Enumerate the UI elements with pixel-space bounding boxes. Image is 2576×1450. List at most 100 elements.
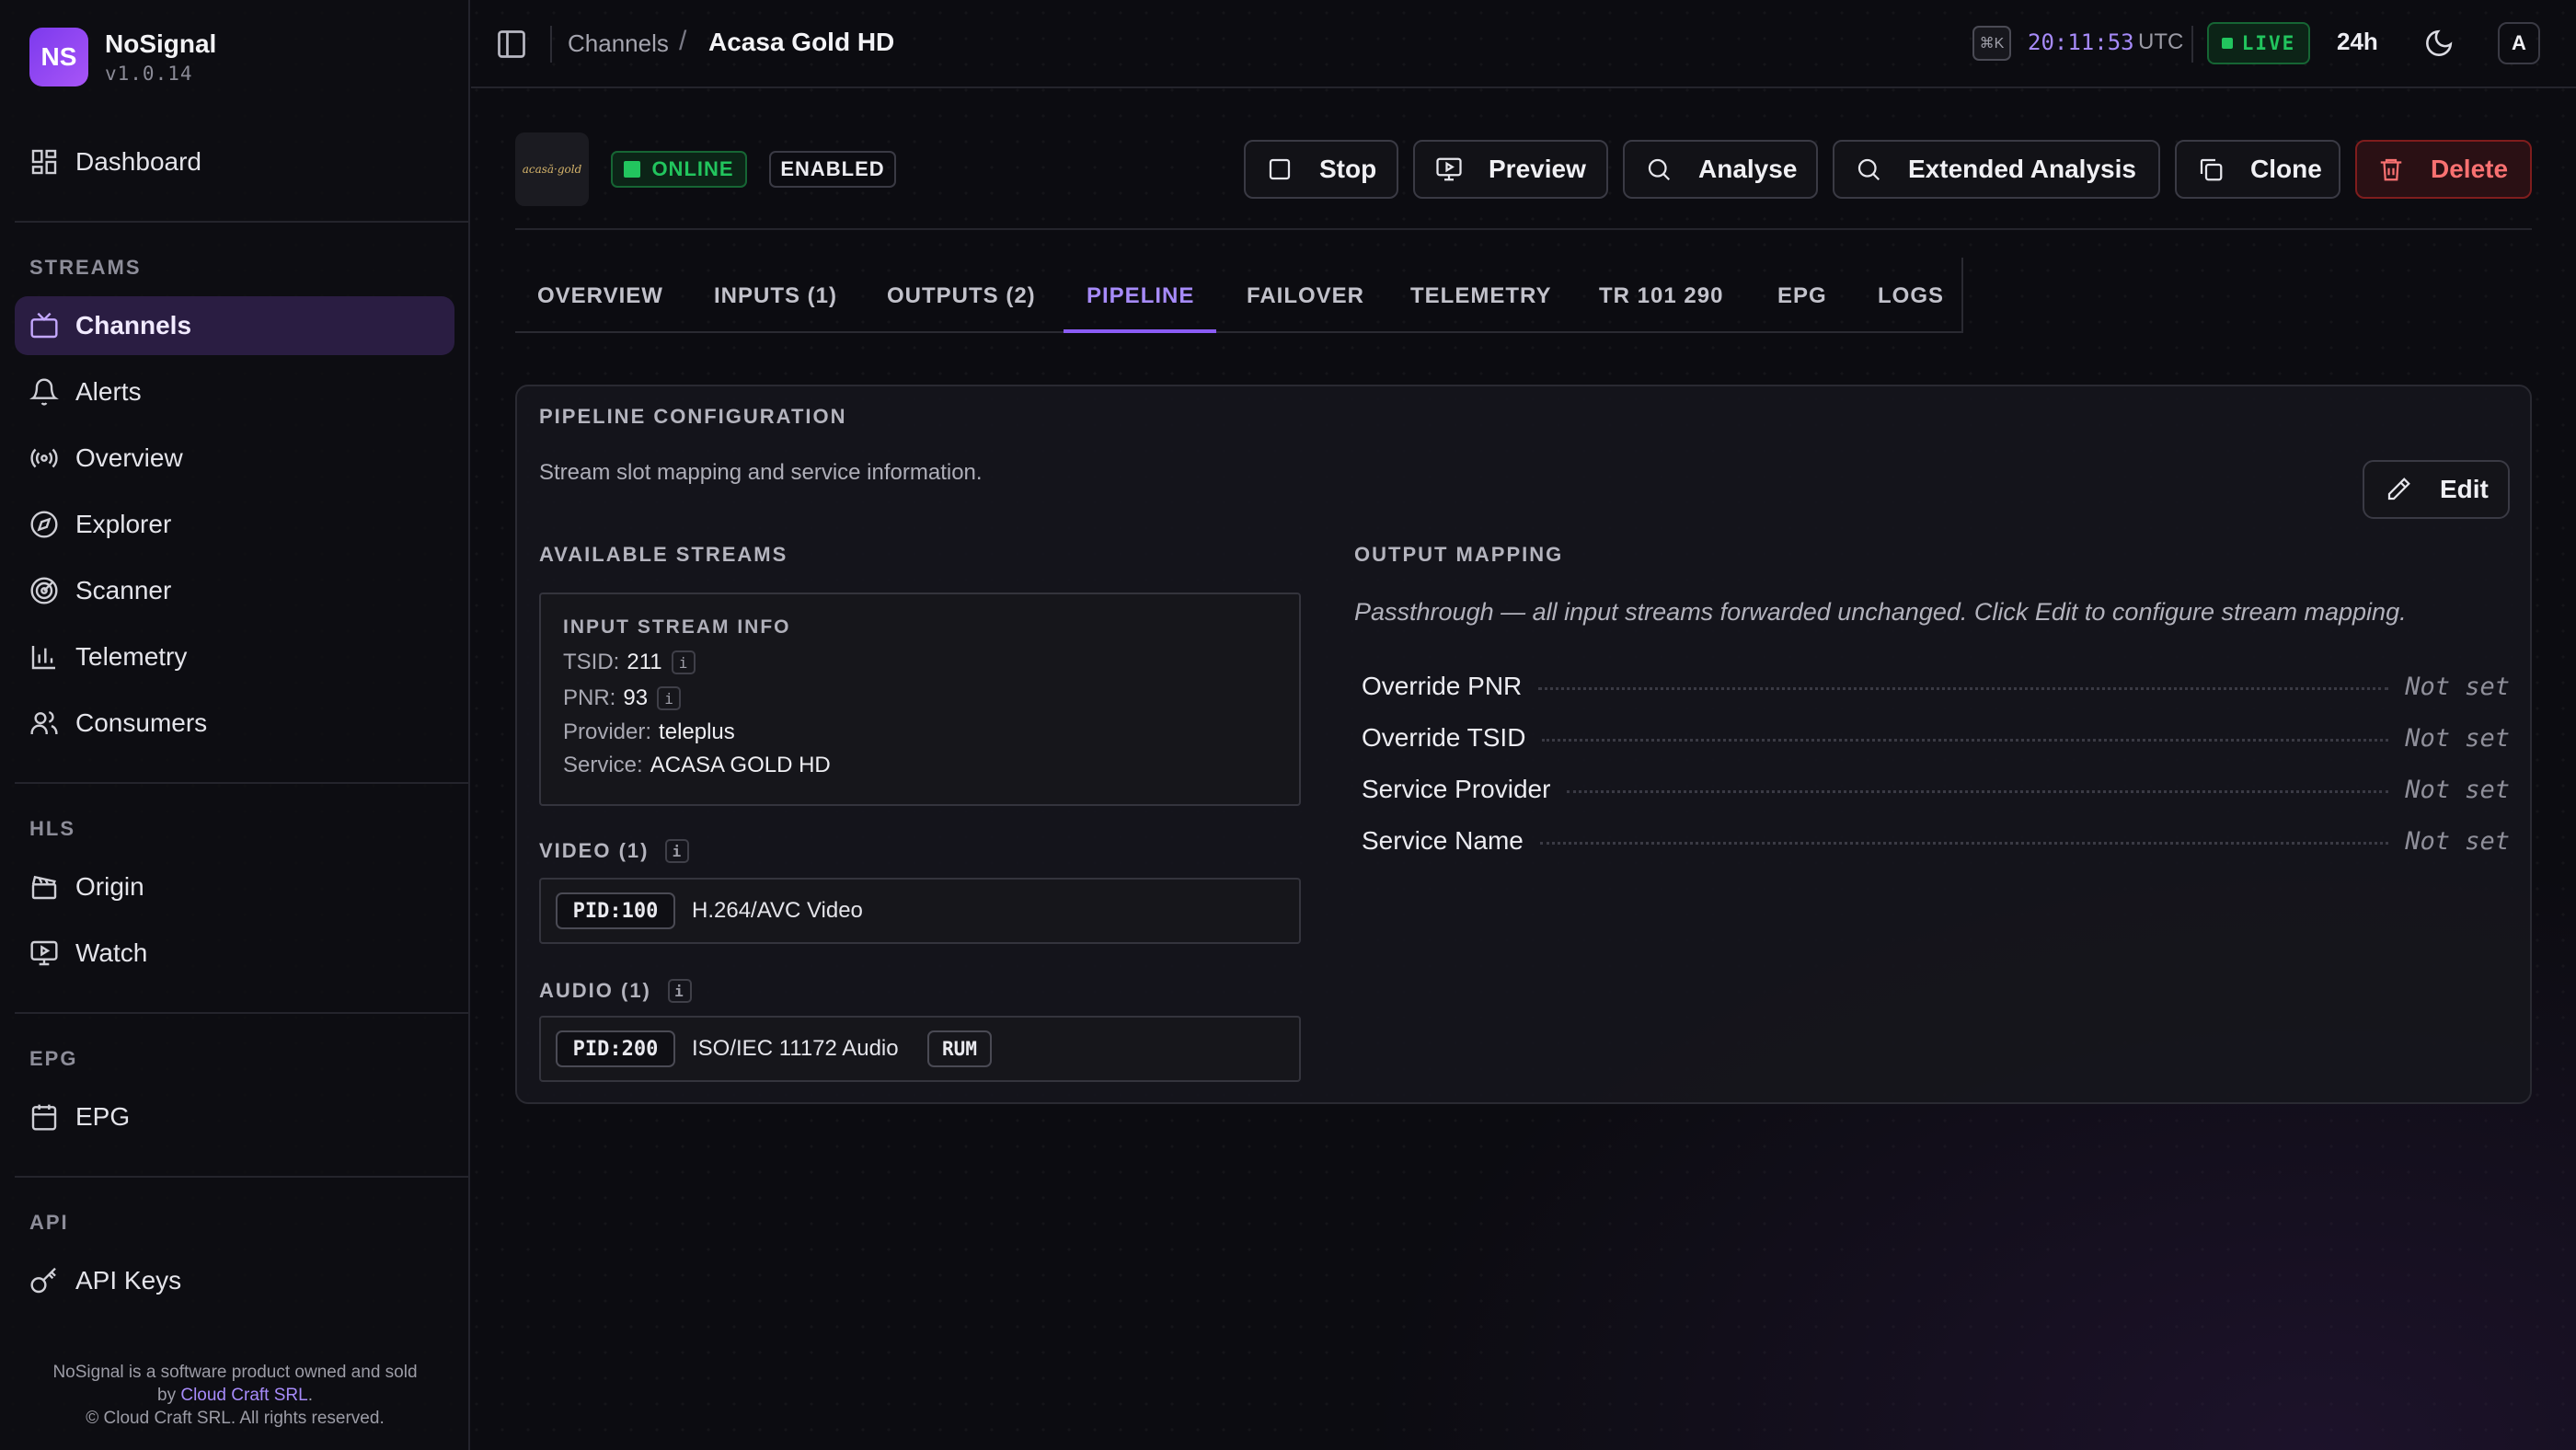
dotted-leader (1542, 738, 2389, 742)
section-streams: STREAMS (29, 256, 142, 279)
available-streams-heading: AVAILABLE STREAMS (539, 543, 788, 566)
moon-icon[interactable] (2423, 28, 2455, 59)
preview-button[interactable]: Preview (1413, 140, 1608, 199)
brand[interactable]: NS NoSignal v1.0.14 (29, 28, 216, 86)
avatar[interactable]: A (2498, 22, 2540, 64)
service-label: Service: (563, 753, 643, 777)
section-hls: HLS (29, 817, 75, 840)
live-label: LIVE (2241, 32, 2296, 54)
override-pnr-row: Override PNR Not set (1362, 668, 2510, 705)
sidebar-item-label: Origin (75, 872, 144, 901)
delete-button[interactable]: Delete (2355, 140, 2532, 199)
delete-label: Delete (2431, 155, 2509, 183)
users-icon (30, 710, 58, 734)
analyse-button[interactable]: Analyse (1623, 140, 1818, 199)
sidebar-item-alerts[interactable]: Alerts (15, 362, 454, 421)
audio-stream-row[interactable]: PID:200 ISO/IEC 11172 Audio RUM (539, 1016, 1301, 1082)
extended-analysis-button[interactable]: Extended Analysis (1833, 140, 2160, 199)
trash-icon (2380, 158, 2402, 181)
sidebar-item-telemetry[interactable]: Telemetry (15, 627, 454, 686)
footer-dot: . (307, 1386, 313, 1405)
video-pid: PID:100 (556, 892, 675, 929)
override-label: Service Name (1362, 826, 1524, 855)
breadcrumb-channels[interactable]: Channels (568, 29, 669, 58)
video-title: VIDEO (1) (539, 839, 650, 862)
copy-icon (2200, 158, 2223, 181)
command-shortcut[interactable]: ⌘K (1972, 26, 2011, 61)
provider-label: Provider: (563, 719, 652, 744)
info-icon[interactable]: i (665, 839, 690, 863)
service-provider-row: Service Provider Not set (1362, 771, 2510, 808)
sidebar-item-dashboard[interactable]: Dashboard (15, 132, 454, 191)
sidebar-item-channels[interactable]: Channels (15, 296, 454, 355)
clock: 20:11:53 (2028, 29, 2134, 55)
tab-inputs[interactable]: INPUTS (1) (714, 283, 837, 309)
override-value: Not set (2405, 672, 2510, 701)
sidebar-item-overview[interactable]: Overview (15, 429, 454, 488)
tab-tr101290[interactable]: TR 101 290 (1599, 283, 1723, 309)
info-icon[interactable]: i (667, 979, 692, 1003)
stop-button[interactable]: Stop (1244, 140, 1398, 199)
pnr-row: PNR: 93 i (563, 685, 682, 711)
service-row: Service: ACASA GOLD HD (563, 753, 831, 778)
edit-button[interactable]: Edit (2363, 460, 2510, 519)
provider-row: Provider: teleplus (563, 719, 735, 745)
sidebar-footer: NoSignal is a software product owned and… (0, 1361, 470, 1430)
monitor-play-icon (30, 940, 58, 966)
topbar: Channels / Acasa Gold HD ⌘K 20:11:53 UTC… (471, 0, 2576, 88)
sidebar-item-epg[interactable]: EPG (15, 1088, 454, 1146)
status-dot (624, 161, 641, 178)
app-name: NoSignal (105, 29, 217, 58)
tsid-label: TSID: (563, 650, 620, 674)
tsid-value: 211 (627, 650, 662, 674)
override-tsid-row: Override TSID Not set (1362, 719, 2510, 756)
override-label: Service Provider (1362, 775, 1551, 803)
live-badge[interactable]: LIVE (2207, 22, 2310, 64)
dotted-leader (1539, 841, 2389, 845)
compass-icon (30, 511, 58, 538)
sidebar-item-explorer[interactable]: Explorer (15, 495, 454, 554)
tab-outputs[interactable]: OUTPUTS (2) (887, 283, 1036, 309)
enabled-badge: ENABLED (769, 151, 896, 188)
audio-pid: PID:200 (556, 1030, 675, 1067)
override-label: Override TSID (1362, 723, 1526, 752)
sidebar-item-consumers[interactable]: Consumers (15, 694, 454, 753)
pnr-label: PNR: (563, 685, 616, 710)
sidebar-item-origin[interactable]: Origin (15, 857, 454, 916)
video-heading: VIDEO (1) i (539, 839, 690, 863)
clone-button[interactable]: Clone (2175, 140, 2340, 199)
divider (515, 228, 2532, 230)
tab-telemetry[interactable]: TELEMETRY (1410, 283, 1551, 309)
audio-heading: AUDIO (1) i (539, 979, 692, 1003)
tab-overview[interactable]: OVERVIEW (537, 283, 663, 309)
provider-value: teleplus (659, 719, 735, 744)
tab-failover[interactable]: FAILOVER (1247, 283, 1364, 309)
dashboard-icon (31, 149, 57, 175)
video-codec: H.264/AVC Video (692, 898, 863, 923)
pipeline-panel: PIPELINE CONFIGURATION Stream slot mappi… (515, 385, 2532, 1104)
sidebar-toggle-icon[interactable] (495, 28, 528, 61)
tab-pipeline[interactable]: PIPELINE (1087, 283, 1194, 309)
status-label: ONLINE (651, 157, 734, 180)
video-stream-row[interactable]: PID:100 H.264/AVC Video (539, 878, 1301, 944)
company-link[interactable]: Cloud Craft SRL (180, 1386, 307, 1405)
edit-label: Edit (2440, 475, 2489, 503)
info-icon[interactable]: i (657, 686, 682, 710)
bell-icon (29, 378, 59, 406)
pnr-value: 93 (623, 685, 649, 710)
section-api: API (29, 1211, 69, 1234)
info-icon[interactable]: i (671, 650, 696, 674)
sidebar-item-api-keys[interactable]: API Keys (15, 1251, 454, 1310)
sidebar-item-watch[interactable]: Watch (15, 924, 454, 983)
override-value: Not set (2405, 826, 2510, 856)
tab-logs[interactable]: LOGS (1878, 283, 1944, 309)
tab-epg[interactable]: EPG (1777, 283, 1827, 309)
sidebar-item-scanner[interactable]: Scanner (15, 561, 454, 620)
sidebar-item-label: Consumers (75, 708, 208, 737)
calendar-icon (31, 1104, 57, 1131)
tsid-row: TSID: 211 i (563, 650, 696, 675)
service-name-row: Service Name Not set (1362, 823, 2510, 859)
search-icon (1648, 158, 1671, 181)
time-range[interactable]: 24h (2337, 28, 2378, 56)
sidebar-item-label: Overview (75, 443, 183, 472)
